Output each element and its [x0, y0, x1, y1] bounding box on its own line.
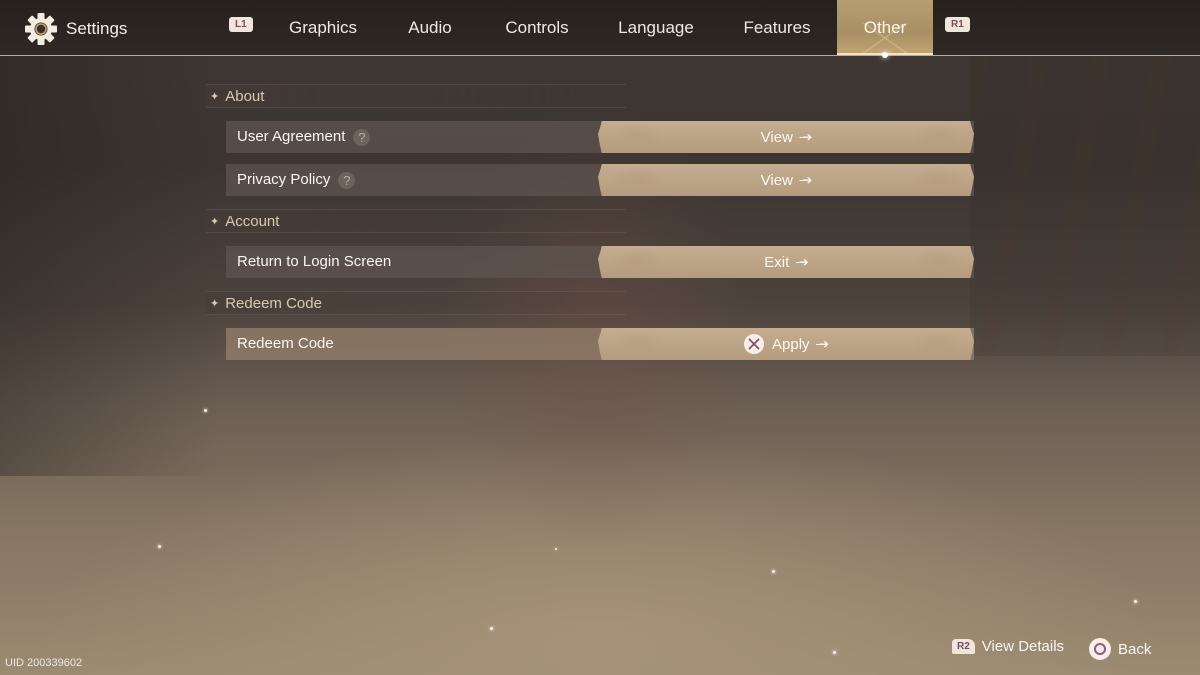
section-header-about: ✦ About	[206, 84, 626, 108]
tab-language[interactable]: Language	[604, 0, 708, 55]
hint-label: View Details	[981, 638, 1065, 655]
l1-button-hint[interactable]: L1	[229, 17, 253, 32]
section-title: Redeem Code	[225, 294, 322, 312]
arrow-right-icon: -➔	[798, 173, 812, 187]
r2-button-icon: R2	[952, 639, 975, 654]
apply-redeem-code-button[interactable]: Apply -➔	[598, 328, 974, 360]
tab-label: Graphics	[288, 18, 358, 37]
exit-to-login-button[interactable]: Exit -➔	[598, 246, 974, 278]
tab-label: Language	[618, 18, 694, 37]
section-title: About	[225, 87, 265, 105]
tab-graphics[interactable]: Graphics	[272, 0, 374, 55]
view-details-hint[interactable]: R2 View Details	[952, 638, 1064, 655]
row-label-wrap: Return to Login Screen	[237, 246, 391, 278]
button-label: Apply	[772, 335, 810, 353]
tab-label: Controls	[505, 18, 569, 37]
arrow-right-icon: -➔	[815, 337, 829, 351]
arrow-right-icon: -➔	[798, 130, 812, 144]
row-label: Privacy Policy	[237, 171, 331, 188]
cross-button-icon	[744, 334, 765, 354]
user-id-label: UID 200339602	[5, 657, 83, 669]
sparkle	[158, 545, 161, 548]
help-icon[interactable]: ?	[353, 128, 371, 146]
background-left-shade	[0, 56, 220, 476]
button-label: Exit	[764, 253, 790, 271]
row-label-wrap: Privacy Policy ?	[237, 164, 356, 196]
sparkle	[833, 651, 836, 654]
row-label: Redeem Code	[237, 335, 334, 352]
section-title: Account	[225, 212, 280, 230]
view-user-agreement-button[interactable]: View -➔	[598, 121, 974, 153]
setting-row-redeem-code: Redeem Code Apply -➔	[226, 328, 974, 360]
row-label-wrap: User Agreement ?	[237, 121, 371, 153]
tab-features[interactable]: Features	[728, 0, 826, 55]
gear-icon	[25, 13, 57, 45]
top-navigation-bar: Settings L1 Graphics Audio Controls Lang…	[0, 0, 1200, 58]
tab-audio[interactable]: Audio	[390, 0, 470, 55]
tab-label: Audio	[408, 18, 452, 37]
sparkle-star-icon: ✦	[210, 296, 220, 310]
tab-label: Other	[863, 18, 907, 37]
hint-label: Back	[1118, 640, 1152, 658]
help-icon[interactable]: ?	[338, 171, 356, 189]
arrow-right-icon: -➔	[795, 255, 808, 269]
row-label: User Agreement	[237, 128, 346, 145]
row-label-wrap: Redeem Code	[237, 328, 334, 360]
setting-row-user-agreement: User Agreement ? View -➔	[226, 121, 974, 153]
back-hint[interactable]: Back	[1089, 638, 1151, 660]
settings-title: Settings	[24, 12, 127, 46]
view-privacy-policy-button[interactable]: View -➔	[598, 164, 974, 196]
setting-row-return-to-login: Return to Login Screen Exit -➔	[226, 246, 974, 278]
sparkle	[490, 627, 493, 630]
setting-row-privacy-policy: Privacy Policy ? View -➔	[226, 164, 974, 196]
row-label: Return to Login Screen	[237, 253, 392, 270]
sparkle	[204, 409, 207, 412]
tab-controls[interactable]: Controls	[490, 0, 584, 55]
r1-button-hint[interactable]: R1	[945, 17, 970, 32]
sparkle	[555, 548, 557, 550]
sparkle-star-icon: ✦	[210, 214, 220, 228]
button-label: View	[760, 171, 793, 189]
tab-label: Features	[743, 18, 811, 37]
sparkle	[772, 570, 775, 573]
section-header-redeem-code: ✦ Redeem Code	[206, 291, 626, 315]
tab-other[interactable]: Other	[837, 0, 933, 58]
page-title: Settings	[66, 19, 128, 38]
sparkle	[1134, 600, 1137, 603]
button-label: View	[760, 128, 793, 146]
sparkle-star-icon: ✦	[210, 89, 220, 103]
circle-button-icon	[1089, 638, 1111, 660]
section-header-account: ✦ Account	[206, 209, 626, 233]
background-right-shade	[970, 56, 1200, 356]
